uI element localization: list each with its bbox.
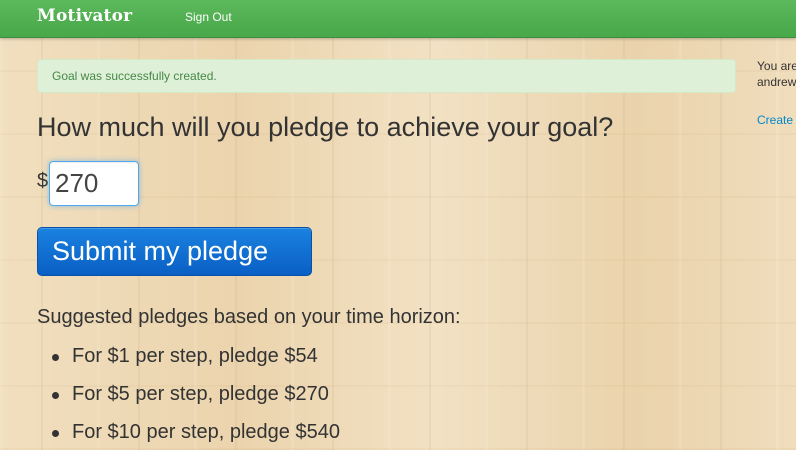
list-item: For $1 per step, pledge $54 bbox=[50, 345, 340, 383]
bullet-icon bbox=[52, 392, 59, 399]
bullet-icon bbox=[52, 430, 59, 437]
sign-out-link[interactable]: Sign Out bbox=[185, 10, 232, 24]
suggestion-text: For $5 per step, pledge $270 bbox=[72, 383, 329, 405]
alert-message: Goal was successfully created. bbox=[52, 69, 217, 83]
currency-symbol: $ bbox=[37, 170, 49, 192]
sidebar-create-link[interactable]: Create bbox=[757, 113, 796, 127]
page-title: How much will you pledge to achieve your… bbox=[37, 112, 614, 142]
top-navbar: Motivator Sign Out bbox=[0, 0, 796, 38]
submit-pledge-button[interactable]: Submit my pledge bbox=[37, 227, 312, 276]
bullet-icon bbox=[52, 354, 59, 361]
user-sidebar: You are andrew bbox=[757, 58, 796, 90]
sidebar-greeting: You are bbox=[757, 59, 796, 73]
pledge-amount-input[interactable] bbox=[49, 161, 139, 206]
suggestions-title: Suggested pledges based on your time hor… bbox=[37, 306, 461, 328]
brand-logo[interactable]: Motivator bbox=[37, 6, 132, 26]
sidebar-username: andrew bbox=[757, 75, 796, 89]
success-alert: Goal was successfully created. bbox=[37, 59, 736, 93]
list-item: For $5 per step, pledge $270 bbox=[50, 383, 340, 421]
suggestion-text: For $10 per step, pledge $540 bbox=[72, 421, 340, 443]
suggestions-list: For $1 per step, pledge $54 For $5 per s… bbox=[50, 345, 340, 450]
suggestion-text: For $1 per step, pledge $54 bbox=[72, 345, 318, 367]
list-item: For $10 per step, pledge $540 bbox=[50, 421, 340, 450]
